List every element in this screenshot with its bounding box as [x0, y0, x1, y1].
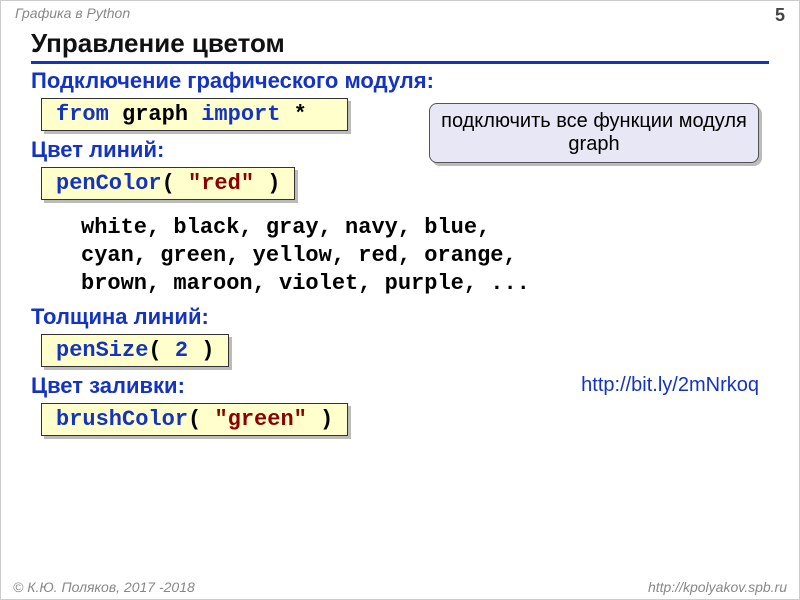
- token-paren-open: (: [188, 407, 214, 432]
- code-pensize: penSize( 2 ): [41, 334, 229, 367]
- code-pencolor: penColor( "red" ): [41, 167, 295, 200]
- token-star: *: [280, 102, 333, 127]
- slide-footer: © К.Ю. Поляков, 2017 -2018 http://kpolya…: [1, 576, 799, 599]
- token-paren-open: (: [162, 171, 188, 196]
- token-fn: penSize: [56, 338, 148, 363]
- token-paren-close: ): [254, 171, 280, 196]
- callout-box: подключить все функции модуля graph: [429, 103, 759, 163]
- slide-topic: Графика в Python: [15, 5, 130, 26]
- token-arg: "red": [188, 171, 254, 196]
- token-paren-open: (: [148, 338, 174, 363]
- token-arg: "green": [214, 407, 306, 432]
- token-fn: brushColor: [56, 407, 188, 432]
- colors-link[interactable]: http://bit.ly/2mNrkoq: [581, 374, 759, 397]
- section-label-pensize: Толщина линий:: [31, 304, 769, 330]
- token-paren-close: ): [307, 407, 333, 432]
- token-import: import: [201, 102, 280, 127]
- token-from: from: [56, 102, 109, 127]
- token-arg: 2: [175, 338, 188, 363]
- page-number: 5: [775, 5, 785, 26]
- footer-url: http://kpolyakov.spb.ru: [648, 579, 787, 595]
- code-brushcolor: brushColor( "green" ): [41, 403, 348, 436]
- section-label-import: Подключение графического модуля:: [31, 68, 769, 94]
- footer-copyright: © К.Ю. Поляков, 2017 -2018: [13, 579, 195, 595]
- token-paren-close: ): [188, 338, 214, 363]
- token-fn: penColor: [56, 171, 162, 196]
- slide-title: Управление цветом: [31, 28, 769, 64]
- code-import: from graph import *: [41, 98, 348, 131]
- colors-list: white, black, gray, navy, blue, cyan, gr…: [81, 214, 769, 298]
- slide-header: Графика в Python 5: [1, 1, 799, 28]
- token-module: graph: [109, 102, 201, 127]
